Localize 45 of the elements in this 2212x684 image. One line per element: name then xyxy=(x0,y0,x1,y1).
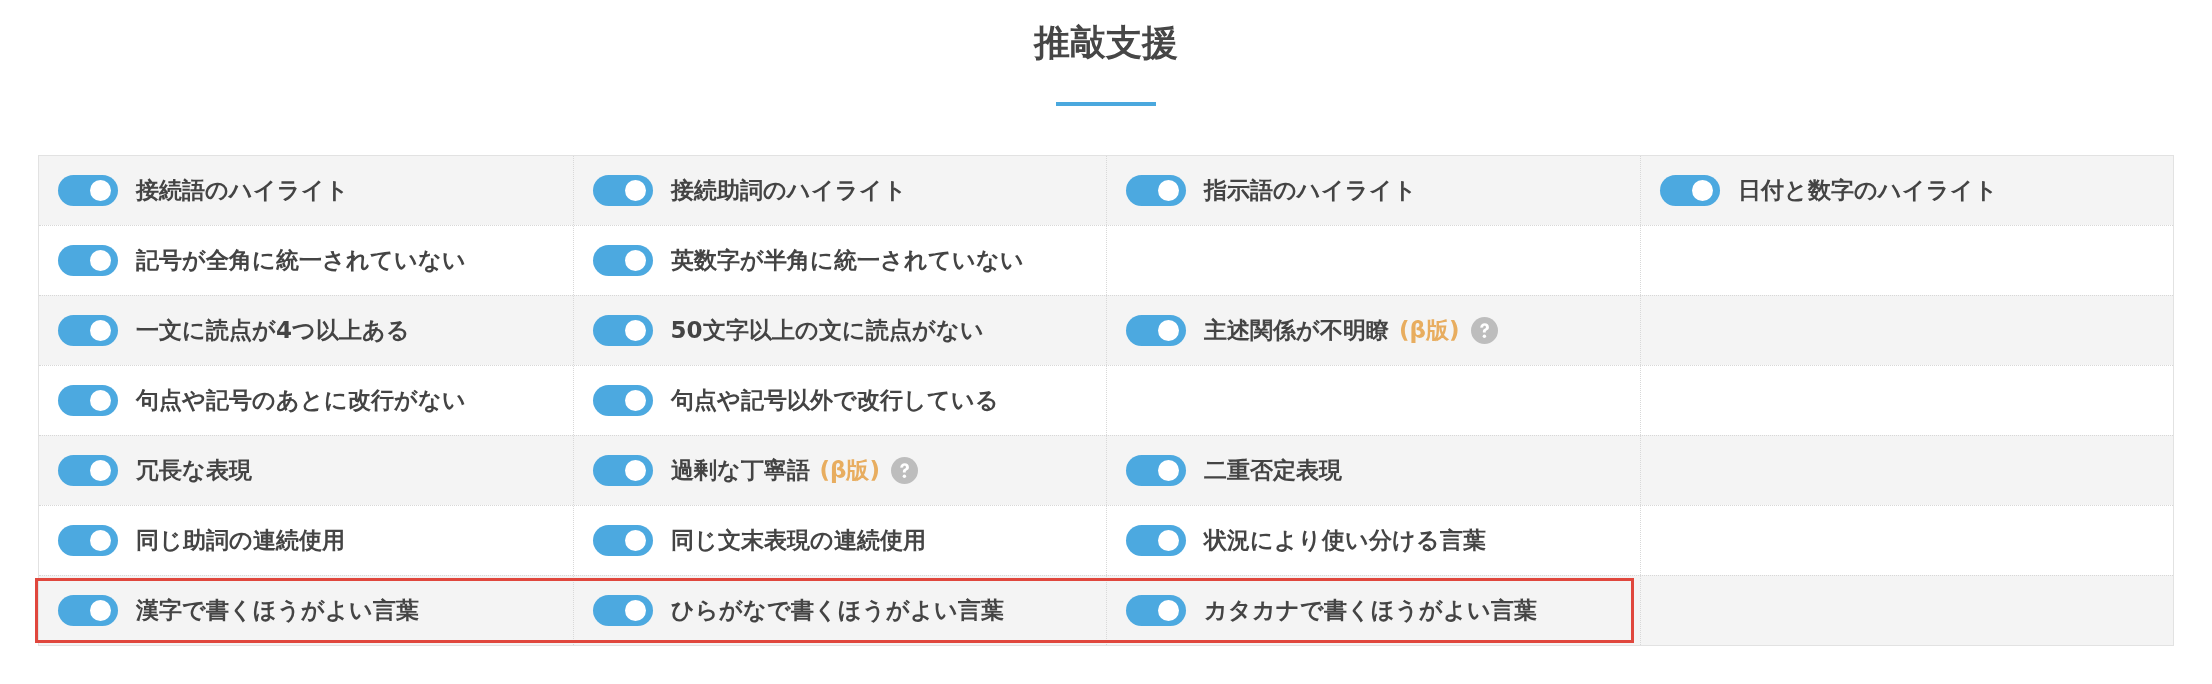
toggle-switch[interactable] xyxy=(58,595,118,626)
option-label: 50文字以上の文に読点がない xyxy=(670,316,984,345)
option-label: 主述関係が不明瞭 xyxy=(1204,316,1389,345)
option-label: 冗長な表現 xyxy=(136,456,252,485)
help-icon[interactable] xyxy=(891,457,918,484)
option-label: ひらがなで書くほうがよい言葉 xyxy=(670,596,1004,625)
beta-label: (β版) xyxy=(819,456,880,485)
toggle-switch[interactable] xyxy=(592,525,653,556)
toggle-switch[interactable] xyxy=(58,175,118,206)
option-label: 一文に読点が4つ以上ある xyxy=(136,316,410,345)
page-title: 推敲支援 xyxy=(1034,24,1178,62)
toggle-switch[interactable] xyxy=(592,595,653,626)
option-label: 日付と数字のハイライト xyxy=(1737,176,1998,205)
toggle-switch[interactable] xyxy=(592,385,653,416)
toggle-switch[interactable] xyxy=(1126,525,1186,556)
toggle-switch[interactable] xyxy=(592,315,653,346)
toggle-switch[interactable] xyxy=(58,455,118,486)
option-label: 過剰な丁寧語 xyxy=(670,456,810,485)
option-label: 英数字が半角に統一されていない xyxy=(670,246,1024,275)
toggle-switch[interactable] xyxy=(1126,175,1186,206)
toggle-switch[interactable] xyxy=(592,175,653,206)
option-label: 同じ助詞の連続使用 xyxy=(136,526,345,555)
toggle-switch[interactable] xyxy=(1126,315,1186,346)
option-label: 二重否定表現 xyxy=(1204,456,1342,485)
option-label: 漢字で書くほうがよい言葉 xyxy=(136,596,419,625)
option-label: カタカナで書くほうがよい言葉 xyxy=(1204,596,1537,625)
toggle-switch[interactable] xyxy=(1659,175,1720,206)
option-label: 接続助詞のハイライト xyxy=(670,176,907,205)
toggle-switch[interactable] xyxy=(1126,595,1186,626)
toggle-switch[interactable] xyxy=(58,385,118,416)
option-label: 句点や記号のあとに改行がない xyxy=(136,386,466,415)
option-label: 記号が全角に統一されていない xyxy=(136,246,466,275)
toggle-switch[interactable] xyxy=(592,455,653,486)
help-icon[interactable] xyxy=(1470,317,1498,344)
toggle-switch[interactable] xyxy=(58,525,118,556)
option-label: 句点や記号以外で改行している xyxy=(670,386,999,415)
option-label: 同じ文末表現の連続使用 xyxy=(670,526,926,555)
option-label: 指示語のハイライト xyxy=(1204,176,1417,205)
option-label: 状況により使い分ける言葉 xyxy=(1204,526,1486,555)
toggle-switch[interactable] xyxy=(58,245,118,276)
toggle-switch[interactable] xyxy=(592,245,653,276)
toggle-switch[interactable] xyxy=(58,315,118,346)
beta-label: (β版) xyxy=(1399,316,1460,345)
option-label: 接続語のハイライト xyxy=(136,176,349,205)
toggle-switch[interactable] xyxy=(1126,455,1186,486)
